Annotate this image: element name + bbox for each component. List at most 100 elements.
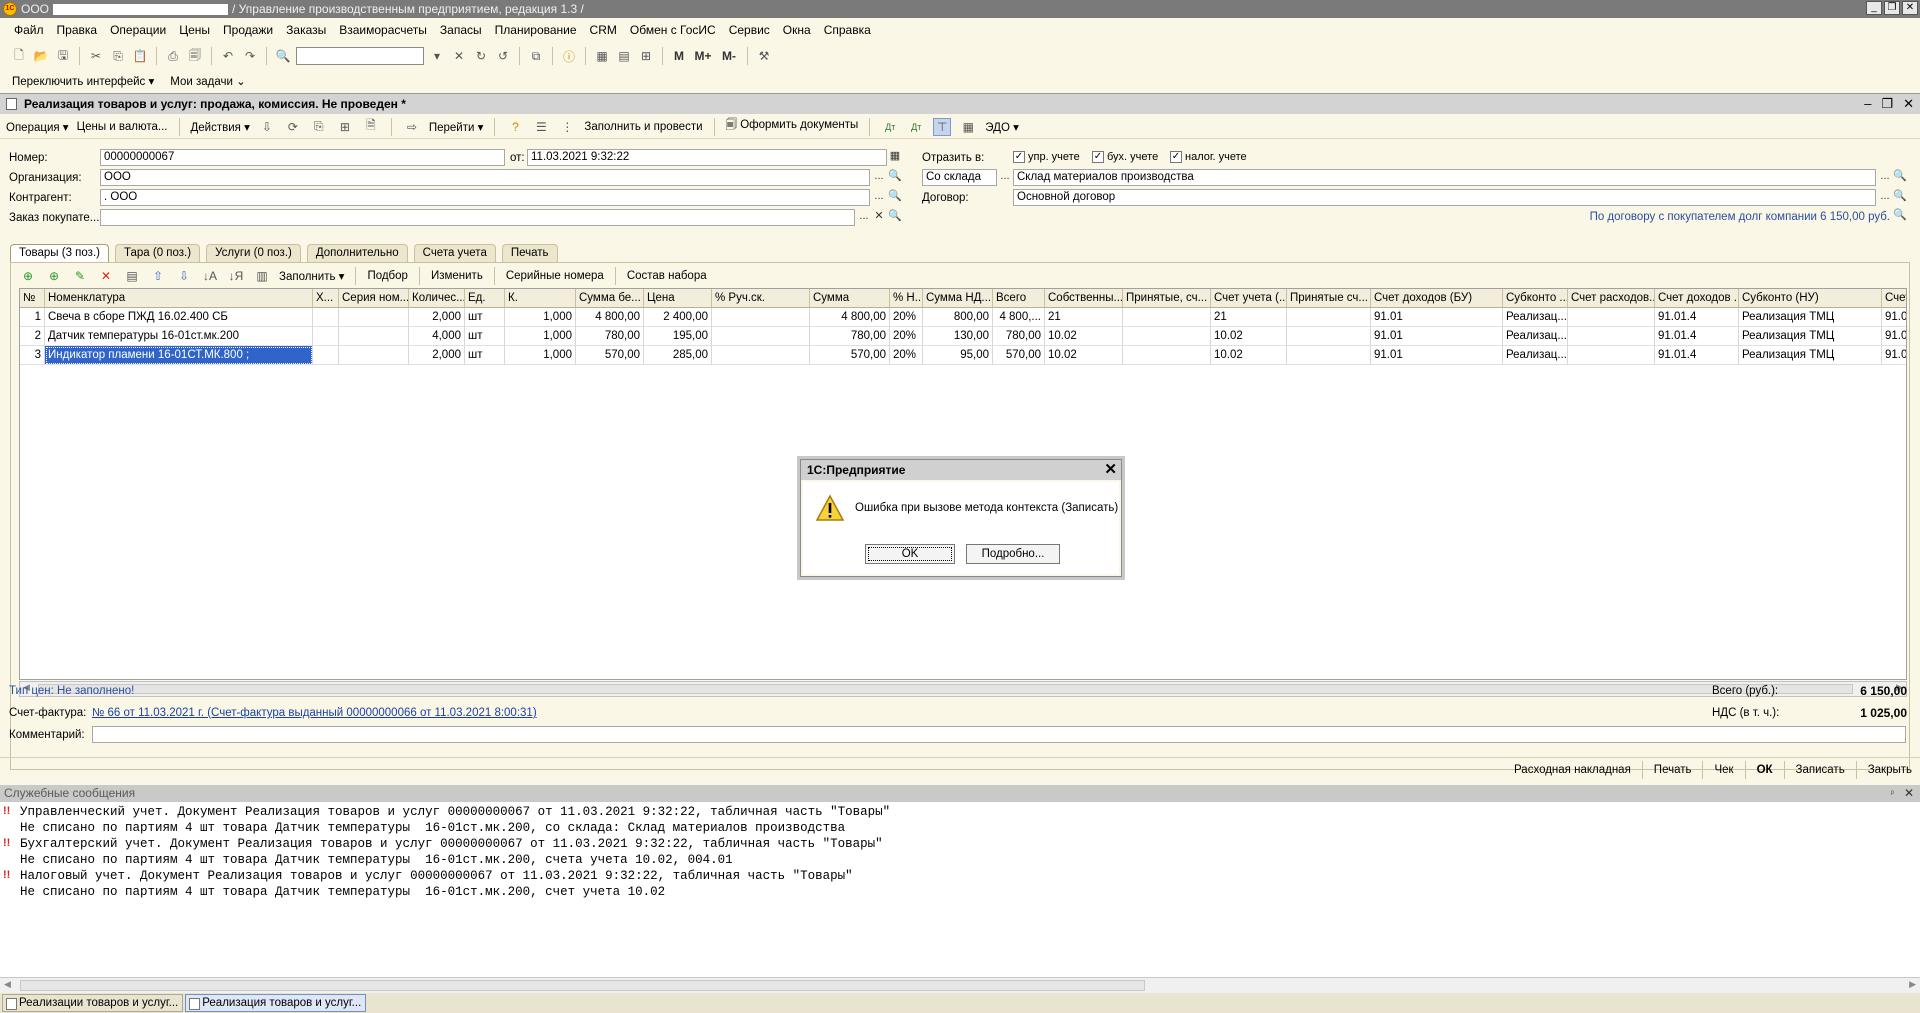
- table-cell[interactable]: [1123, 308, 1211, 327]
- table-cell[interactable]: Датчик температуры 16-01ст.мк.200: [45, 327, 313, 346]
- column-header[interactable]: Счет расходов...: [1568, 289, 1655, 308]
- column-header[interactable]: Субконто (НУ): [1739, 289, 1882, 308]
- switch-interface-button[interactable]: Переключить интерфейс ▾: [12, 74, 154, 88]
- horizontal-scrollbar[interactable]: ◀ ▶: [19, 681, 1907, 697]
- table-cell[interactable]: Реализац...: [1503, 308, 1568, 327]
- preview-icon[interactable]: 🗐: [186, 47, 204, 65]
- menu-gosis[interactable]: Обмен с ГосИС: [630, 23, 716, 37]
- comment-field[interactable]: [92, 726, 1906, 743]
- message-line[interactable]: Не списано по партиям 4 шт товара Датчик…: [20, 853, 733, 867]
- table-cell[interactable]: 2 400,00: [644, 308, 712, 327]
- enter-on-basis-icon[interactable]: ⇨: [403, 118, 421, 136]
- table-cell[interactable]: 20%: [890, 327, 923, 346]
- fill-and-post-button[interactable]: Заполнить и провести: [584, 121, 702, 133]
- structure-icon[interactable]: ⊞: [336, 118, 354, 136]
- table-cell[interactable]: 2,000: [409, 308, 465, 327]
- table-cell[interactable]: 2: [20, 327, 45, 346]
- table-cell[interactable]: 91.01.4: [1655, 346, 1739, 365]
- table-cell[interactable]: [313, 308, 339, 327]
- select-button[interactable]: ...: [872, 189, 886, 206]
- receipt-button[interactable]: Чек: [1714, 764, 1733, 776]
- mgmt-checkbox[interactable]: ✓ упр. учете: [1013, 151, 1080, 163]
- menu-edit[interactable]: Правка: [57, 23, 98, 37]
- table-cell[interactable]: [712, 308, 810, 327]
- table-cell[interactable]: [1123, 327, 1211, 346]
- doc-close-button[interactable]: ✕: [1903, 96, 1914, 112]
- menu-windows[interactable]: Окна: [783, 23, 811, 37]
- menu-file[interactable]: Файл: [14, 23, 44, 37]
- menu-service[interactable]: Сервис: [729, 23, 770, 37]
- close-icon[interactable]: ✕: [1904, 785, 1914, 802]
- table-cell[interactable]: 195,00: [644, 327, 712, 346]
- serial-numbers-button[interactable]: Серийные номера: [506, 270, 604, 282]
- scroll-thumb[interactable]: [20, 980, 1145, 991]
- table-cell[interactable]: Реализац...: [1503, 327, 1568, 346]
- prices-currency-button[interactable]: Цены и валюта...: [77, 121, 168, 133]
- move-down-icon[interactable]: ⇩: [175, 267, 193, 285]
- table-cell[interactable]: 91.01.4: [1655, 308, 1739, 327]
- delete-row-icon[interactable]: ✕: [97, 267, 115, 285]
- doc-minimize-button[interactable]: –: [1864, 96, 1871, 112]
- table-cell[interactable]: 3: [20, 346, 45, 365]
- column-header[interactable]: % Руч.ск.: [712, 289, 810, 308]
- table-cell[interactable]: 4 800,...: [993, 308, 1045, 327]
- column-header[interactable]: Ед.: [465, 289, 505, 308]
- table-cell[interactable]: [339, 308, 409, 327]
- table-cell[interactable]: 91.01: [1371, 327, 1503, 346]
- new-doc-icon[interactable]: 🗋: [10, 47, 28, 65]
- calendar-icon[interactable]: ▦: [888, 149, 902, 166]
- table-cell[interactable]: Свеча в сборе ПЖД 16.02.400 СБ: [45, 308, 313, 327]
- pin-icon[interactable]: ᵖ: [1891, 785, 1894, 802]
- paste-icon[interactable]: 📋: [131, 47, 149, 65]
- column-header[interactable]: % Н...: [890, 289, 923, 308]
- dialog-details-button[interactable]: Подробно...: [966, 544, 1060, 564]
- table-cell[interactable]: 1,000: [505, 308, 576, 327]
- search-input[interactable]: [296, 47, 424, 65]
- column-header[interactable]: Х...: [313, 289, 339, 308]
- table-row[interactable]: 1 Свеча в сборе ПЖД 16.02.400 СБ 2,000 ш…: [20, 308, 1906, 327]
- clear-icon[interactable]: ✕: [872, 209, 886, 226]
- table-cell[interactable]: [339, 327, 409, 346]
- table-cell[interactable]: [339, 346, 409, 365]
- find-prev-icon[interactable]: ↺: [494, 47, 512, 65]
- contract-field[interactable]: Основной договор: [1013, 189, 1876, 206]
- column-header[interactable]: Счет доходов ...: [1655, 289, 1739, 308]
- column-header[interactable]: Принятые, сч...: [1123, 289, 1211, 308]
- table-cell[interactable]: Реализац...: [1503, 346, 1568, 365]
- tab-additional[interactable]: Дополнительно: [306, 244, 408, 262]
- column-header[interactable]: Счет учета (...: [1211, 289, 1287, 308]
- menu-help[interactable]: Справка: [824, 23, 871, 37]
- table-cell[interactable]: 780,00: [810, 327, 890, 346]
- date-field[interactable]: 11.03.2021 9:32:22: [527, 149, 887, 166]
- column-header[interactable]: Сумма бе...: [576, 289, 644, 308]
- refresh-icon[interactable]: ⟳: [284, 118, 302, 136]
- search-icon[interactable]: 🔍: [1893, 189, 1907, 206]
- select-button[interactable]: ...: [998, 169, 1012, 186]
- table-cell[interactable]: 130,00: [923, 327, 993, 346]
- table-cell[interactable]: шт: [465, 308, 505, 327]
- move-up-icon[interactable]: ⇧: [149, 267, 167, 285]
- table-cell[interactable]: [313, 346, 339, 365]
- change-button[interactable]: Изменить: [431, 270, 483, 282]
- edit-row-icon[interactable]: ✎: [71, 267, 89, 285]
- operation-menu[interactable]: Операция ▾: [6, 120, 69, 134]
- invoice-link[interactable]: № 66 от 11.03.2021 г. (Счет-фактура выда…: [92, 707, 537, 719]
- table-cell[interactable]: [1287, 308, 1371, 327]
- menu-crm[interactable]: CRM: [590, 23, 617, 37]
- column-header[interactable]: Номенклатура: [45, 289, 313, 308]
- acct-checkbox[interactable]: ✓ бух. учете: [1092, 151, 1158, 163]
- list-icon[interactable]: ☰: [532, 118, 550, 136]
- table-cell[interactable]: 91.0: [1882, 308, 1906, 327]
- table-cell[interactable]: 800,00: [923, 308, 993, 327]
- select-button[interactable]: ...: [1878, 189, 1892, 206]
- scroll-right-icon[interactable]: ▶: [1909, 979, 1916, 990]
- copy-doc-icon[interactable]: ⎘: [310, 118, 328, 136]
- scroll-left-icon[interactable]: ◀: [4, 979, 11, 990]
- number-field[interactable]: 00000000067: [100, 149, 505, 166]
- clear-search-icon[interactable]: ✕: [450, 47, 468, 65]
- table-cell[interactable]: [1568, 346, 1655, 365]
- dt-kt-icon[interactable]: Дт: [881, 118, 899, 136]
- scroll-thumb[interactable]: [38, 684, 1853, 694]
- table-cell[interactable]: 780,00: [576, 327, 644, 346]
- info-icon[interactable]: ⓘ: [560, 47, 578, 65]
